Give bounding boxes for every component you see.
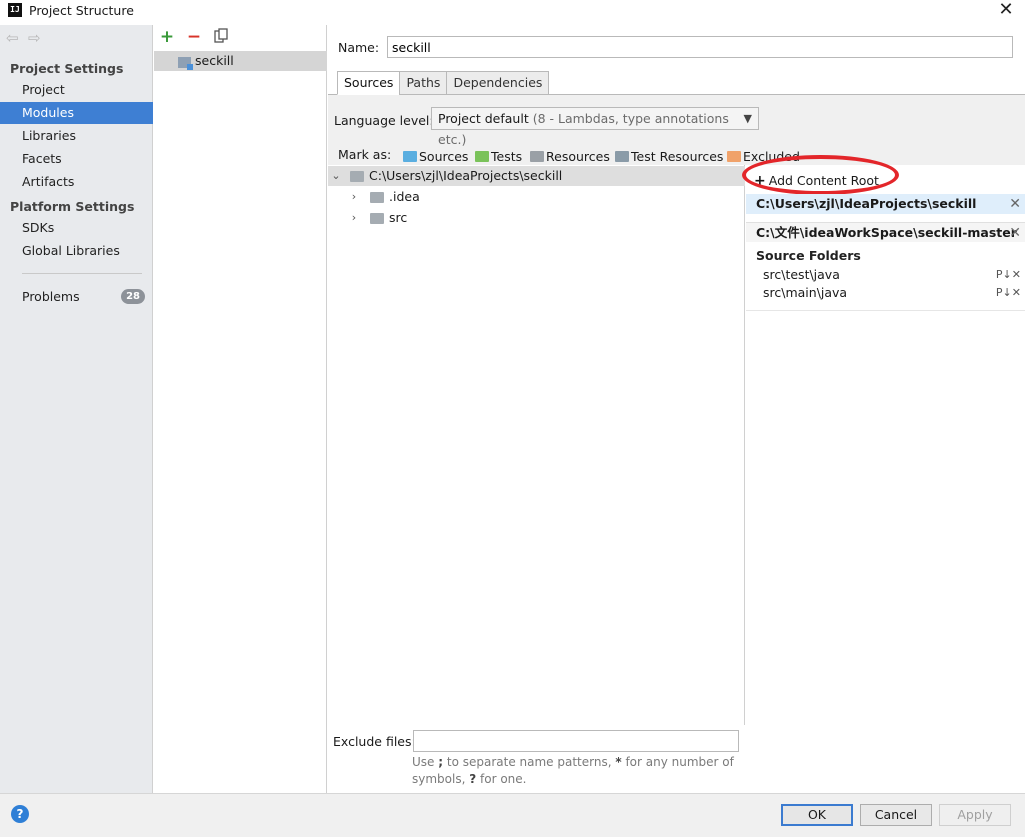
language-level-select[interactable]: Project default (8 - Lambdas, type annot…	[431, 107, 759, 147]
remove-module-button[interactable]: −	[185, 28, 203, 46]
tree-row-src[interactable]: › src	[328, 208, 745, 228]
sources-folder-icon	[403, 151, 417, 162]
title-bar: IJ Project Structure ✕	[0, 0, 1025, 22]
nav-item-libraries[interactable]: Libraries	[0, 125, 153, 147]
highlight-oval	[742, 155, 899, 195]
content-root-tree: ⌄ C:\Users\zjl\IdeaProjects\seckill › .i…	[328, 165, 745, 725]
excluded-folder-icon	[727, 151, 741, 162]
tree-row-idea[interactable]: › .idea	[328, 187, 745, 207]
module-folder-icon	[178, 57, 193, 70]
mark-resources-button[interactable]: Resources	[530, 149, 610, 165]
test-resources-folder-icon	[615, 151, 629, 162]
nav-item-facets[interactable]: Facets	[0, 148, 153, 170]
apply-button[interactable]: Apply	[939, 804, 1011, 826]
chevron-down-icon: ▼	[743, 112, 752, 125]
close-icon[interactable]: ✕	[995, 0, 1017, 22]
source-folders-title: Source Folders	[756, 248, 861, 263]
module-name-input[interactable]	[387, 36, 1013, 58]
tests-folder-icon	[475, 151, 489, 162]
mark-tests-label: Tests	[491, 149, 523, 164]
module-label: seckill	[195, 53, 234, 68]
tab-sources[interactable]: Sources	[337, 71, 400, 95]
nav-item-modules[interactable]: Modules	[0, 102, 153, 124]
tree-src-label: src	[389, 210, 408, 225]
source-folder-actions[interactable]: P↓✕	[996, 266, 1021, 284]
source-folder-row[interactable]: src\main\java P↓✕	[763, 284, 1025, 302]
cancel-button[interactable]: Cancel	[860, 804, 932, 826]
content-root-path: C:\文件\ideaWorkSpace\seckill-master	[756, 225, 1017, 240]
window-title: Project Structure	[29, 3, 134, 18]
project-settings-title: Project Settings	[10, 61, 124, 76]
module-settings-pane: Name: Sources Paths Dependencies Languag…	[328, 25, 1025, 793]
chevron-down-icon[interactable]: ⌄	[330, 166, 342, 186]
exclude-files-input[interactable]	[413, 730, 739, 752]
source-folder-row[interactable]: src\test\java P↓✕	[763, 266, 1025, 284]
mark-resources-label: Resources	[546, 149, 610, 164]
language-level-label: Language level:	[334, 113, 434, 128]
source-folder-actions[interactable]: P↓✕	[996, 284, 1021, 302]
chevron-right-icon[interactable]: ›	[348, 208, 360, 228]
tree-root-label: C:\Users\zjl\IdeaProjects\seckill	[369, 168, 563, 183]
language-level-value: Project default	[438, 111, 529, 126]
tree-idea-label: .idea	[389, 189, 420, 204]
folder-icon	[370, 192, 384, 203]
exclude-files-hint: Use ; to separate name patterns, * for a…	[412, 755, 734, 786]
forward-arrow-icon[interactable]: ⇨	[28, 30, 44, 46]
tab-dependencies[interactable]: Dependencies	[446, 71, 550, 95]
content-root-path: C:\Users\zjl\IdeaProjects\seckill	[756, 196, 977, 211]
name-label: Name:	[338, 40, 380, 55]
close-icon[interactable]: ✕	[1009, 194, 1021, 214]
back-arrow-icon[interactable]: ⇦	[6, 30, 22, 46]
copy-icon	[214, 28, 228, 43]
source-folder-path: src\test\java	[763, 267, 840, 282]
ok-button[interactable]: OK	[781, 804, 853, 826]
settings-sidebar: ⇦ ⇨ Project Settings Project Modules Libr…	[0, 25, 153, 793]
resources-folder-icon	[530, 151, 544, 162]
folder-icon	[370, 213, 384, 224]
tree-row-root[interactable]: ⌄ C:\Users\zjl\IdeaProjects\seckill	[328, 166, 745, 186]
help-icon[interactable]: ?	[11, 805, 29, 823]
source-folders-divider	[746, 310, 1025, 311]
nav-item-problems[interactable]: Problems 28	[0, 286, 153, 308]
modules-pane: + − seckill	[154, 25, 327, 793]
tab-paths[interactable]: Paths	[399, 71, 447, 95]
tab-strip: Sources Paths Dependencies	[337, 71, 550, 95]
nav-item-artifacts[interactable]: Artifacts	[0, 171, 153, 193]
mark-sources-button[interactable]: Sources	[403, 149, 468, 165]
nav-divider	[22, 273, 142, 274]
close-icon[interactable]: ✕	[1009, 223, 1021, 243]
mark-sources-label: Sources	[419, 149, 469, 164]
nav-item-sdks[interactable]: SDKs	[0, 217, 153, 239]
folder-icon	[350, 171, 364, 182]
mark-test-resources-label: Test Resources	[631, 149, 724, 164]
mark-as-label: Mark as:	[338, 147, 392, 162]
nav-item-global-libraries[interactable]: Global Libraries	[0, 240, 153, 262]
modules-toolbar: + −	[154, 25, 327, 51]
mark-test-resources-button[interactable]: Test Resources	[615, 149, 723, 165]
intellij-icon: IJ	[8, 3, 22, 17]
content-root-header[interactable]: C:\Users\zjl\IdeaProjects\seckill ✕	[746, 194, 1025, 214]
nav-item-project[interactable]: Project	[0, 79, 153, 101]
copy-module-button[interactable]	[212, 28, 230, 46]
content-root-header[interactable]: C:\文件\ideaWorkSpace\seckill-master ✕	[746, 222, 1025, 242]
nav-arrows: ⇦ ⇨	[6, 30, 50, 46]
add-module-button[interactable]: +	[158, 28, 176, 46]
platform-settings-title: Platform Settings	[10, 199, 135, 214]
problems-count-badge: 28	[121, 289, 145, 304]
exclude-files-label: Exclude files:	[333, 734, 416, 749]
content-roots-pane: + Add Content Root C:\Users\zjl\IdeaProje…	[742, 155, 1025, 792]
chevron-right-icon[interactable]: ›	[348, 187, 360, 207]
problems-label: Problems	[22, 289, 80, 304]
mark-tests-button[interactable]: Tests	[475, 149, 522, 165]
source-folder-path: src\main\java	[763, 285, 848, 300]
dialog-button-bar: ? OK Cancel Apply	[0, 793, 1025, 837]
